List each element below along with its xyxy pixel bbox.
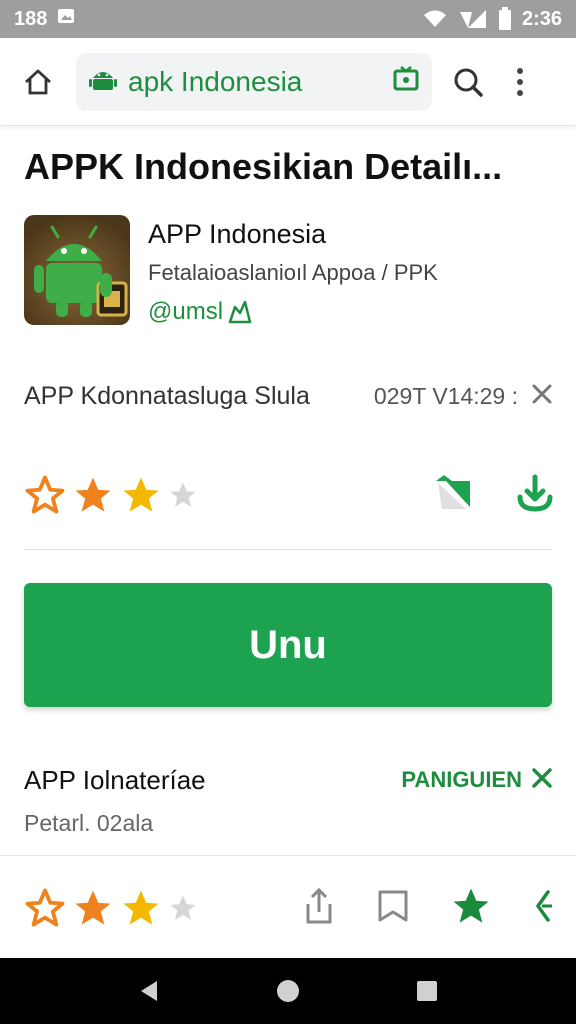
info-subtitle: Petarl. 02ala [24, 810, 154, 836]
back-icon [535, 889, 552, 922]
nav-home-button[interactable] [268, 971, 308, 1011]
photo-notification-icon [57, 7, 75, 31]
bookmark-button[interactable] [376, 888, 410, 929]
bottom-divider [0, 855, 576, 856]
home-icon [25, 69, 51, 94]
developer-name: @umsl [148, 298, 224, 325]
meta-label: APP Kdonnatasluga Slula [24, 381, 310, 410]
nav-back-button[interactable] [129, 971, 169, 1011]
star-icon [25, 888, 65, 927]
info-row: APP Iolnateríae PANIGUIEN [24, 760, 554, 800]
app-info: APP Indonesia Fetalaioaslanioıl Appoa / … [148, 215, 438, 327]
url-text: apk Indonesia [128, 65, 303, 97]
download-button[interactable] [516, 473, 554, 518]
favorite-button[interactable] [450, 885, 492, 932]
app-icon[interactable] [24, 215, 130, 325]
status-left: 188 [14, 7, 75, 31]
search-icon [454, 68, 483, 97]
address-bar[interactable]: apk Indonesia [76, 52, 432, 111]
nav-recents-icon [416, 981, 437, 1001]
navigation-bar [0, 958, 576, 1024]
nav-recents-button[interactable] [407, 971, 447, 1011]
install-button-label: Unu [249, 622, 327, 667]
android-icon [88, 66, 118, 97]
close-icon [532, 384, 552, 403]
bottom-rating-stars[interactable] [24, 887, 198, 929]
star-empty-icon [170, 895, 196, 920]
app-header: APP Indonesia Fetalaioaslanioıl Appoa / … [24, 215, 552, 327]
signal-icon [458, 8, 488, 30]
status-time-left: 188 [14, 7, 48, 30]
wifi-icon [422, 9, 448, 29]
star-icon [75, 477, 111, 512]
battery-icon [498, 7, 512, 31]
star-icon [75, 890, 111, 925]
meta-value: 029T V14:29 : [373, 382, 518, 409]
status-right: 2:36 [422, 7, 562, 31]
star-icon [123, 890, 159, 925]
divider [24, 549, 552, 550]
app-subtitle: Fetalaioaslanioıl Appoa / PPK [148, 260, 438, 285]
more-icon [517, 67, 523, 96]
rating-stars[interactable] [24, 474, 198, 516]
nav-back-icon [141, 981, 158, 1001]
rating-row [24, 470, 554, 520]
browser-toolbar: apk Indonesia [0, 38, 576, 126]
share-icon [306, 887, 332, 923]
developer-link[interactable]: @umsl [148, 298, 438, 326]
page-title: APPK Indonesikian Detailı... [24, 146, 503, 187]
bookmark-icon [378, 890, 408, 921]
share-button[interactable] [302, 886, 336, 931]
info-title: APP Iolnateríae [24, 764, 206, 795]
verified-icon [227, 299, 253, 325]
bottom-action-row [24, 882, 554, 934]
more-button[interactable] [500, 62, 540, 102]
status-bar: 188 2:36 [0, 0, 576, 38]
nav-home-icon [276, 980, 299, 1002]
share-icon [436, 474, 470, 509]
star-empty-icon [170, 482, 196, 507]
share-button[interactable] [432, 473, 476, 518]
rating-actions [432, 473, 554, 518]
status-time: 2:36 [521, 7, 562, 30]
star-icon [123, 477, 159, 512]
close-icon [532, 767, 552, 788]
tab-icon[interactable] [392, 65, 420, 98]
meta-close-button[interactable] [530, 382, 554, 411]
bottom-actions [302, 885, 554, 932]
star-icon [453, 888, 489, 923]
search-button[interactable] [448, 62, 488, 102]
info-close-button[interactable] [530, 766, 554, 795]
app-name: APP Indonesia [148, 219, 327, 249]
meta-row: APP Kdonnatasluga Slula 029T V14:29 : [24, 372, 554, 420]
star-icon [25, 475, 65, 514]
home-button[interactable] [18, 62, 58, 102]
download-icon [517, 474, 553, 512]
info-link[interactable]: PANIGUIEN [401, 767, 522, 793]
install-button[interactable]: Unu [24, 583, 552, 707]
back-arrow-button[interactable] [532, 888, 554, 929]
